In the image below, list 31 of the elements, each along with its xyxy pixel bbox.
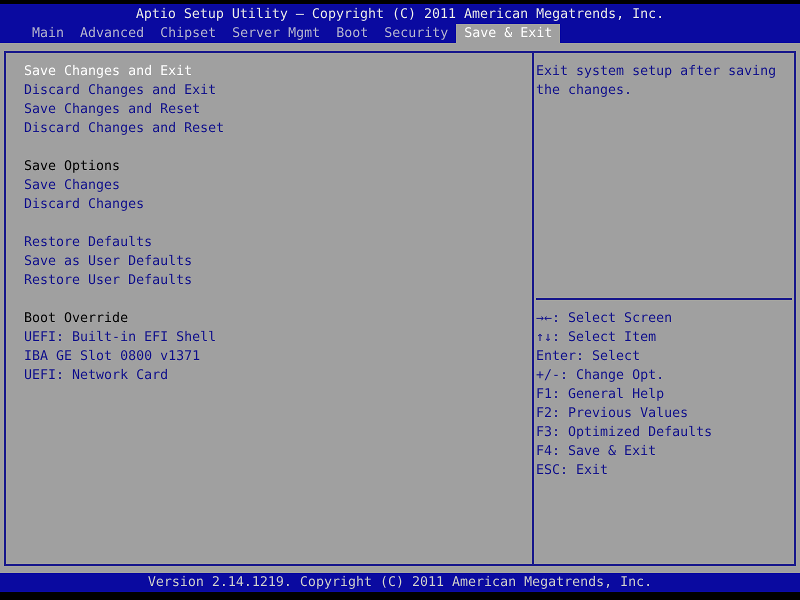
menu-tab[interactable]: Boot bbox=[328, 24, 376, 43]
help-text: Exit system setup after saving the changes. bbox=[536, 63, 778, 100]
key-hint: ↑↓: Select Item bbox=[536, 329, 656, 347]
menu-option[interactable]: Save as User Defaults bbox=[24, 252, 192, 271]
menu-tab[interactable]: Security bbox=[376, 24, 456, 43]
window-title: Aptio Setup Utility – Copyright (C) 2011 American Megatrends, Inc. bbox=[136, 6, 664, 24]
key-hint: F3: Optimized Defaults bbox=[536, 424, 712, 442]
menu-tab[interactable]: Main bbox=[24, 24, 72, 43]
menu-tab[interactable]: Advanced bbox=[72, 24, 152, 43]
key-hint: ESC: Exit bbox=[536, 462, 608, 480]
key-hint: F1: General Help bbox=[536, 386, 664, 404]
key-hint: F4: Save & Exit bbox=[536, 443, 656, 461]
menu-option[interactable]: Discard Changes and Reset bbox=[24, 119, 224, 138]
menu-option[interactable]: UEFI: Network Card bbox=[24, 366, 168, 385]
menu-tab[interactable]: Chipset bbox=[152, 24, 224, 43]
key-hint: →←: Select Screen bbox=[536, 310, 672, 328]
menu-option[interactable]: IBA GE Slot 0800 v1371 bbox=[24, 347, 200, 366]
key-hint: F2: Previous Values bbox=[536, 405, 688, 423]
section-heading: Boot Override bbox=[24, 310, 128, 328]
menu-tab[interactable]: Server Mgmt bbox=[224, 24, 328, 43]
menu-option[interactable]: Restore Defaults bbox=[24, 233, 152, 252]
key-hint: Enter: Select bbox=[536, 348, 640, 366]
footer-text: Version 2.14.1219. Copyright (C) 2011 American Megatrends, Inc. bbox=[148, 574, 652, 592]
menu-option[interactable]: UEFI: Built-in EFI Shell bbox=[24, 328, 216, 347]
menu-option[interactable]: Restore User Defaults bbox=[24, 271, 192, 290]
section-heading: Save Options bbox=[24, 158, 120, 176]
menu-option[interactable]: Save Changes and Reset bbox=[24, 100, 200, 119]
key-hint: +/-: Change Opt. bbox=[536, 367, 664, 385]
menu-option[interactable]: Discard Changes bbox=[24, 195, 144, 214]
menu-option[interactable]: Discard Changes and Exit bbox=[24, 81, 216, 100]
menu-option[interactable]: Save Changes bbox=[24, 176, 120, 195]
